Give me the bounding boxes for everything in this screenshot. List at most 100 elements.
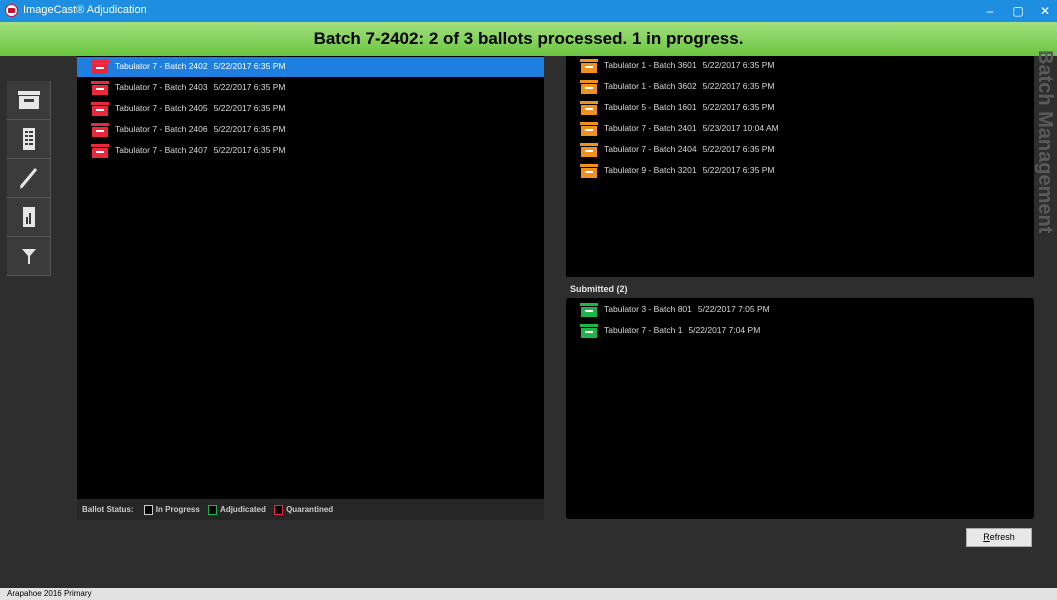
refresh-button-label: efresh bbox=[989, 532, 1015, 542]
batch-list-item[interactable]: Tabulator 1 - Batch 3601 5/22/2017 6:35 P… bbox=[566, 56, 1034, 76]
submitted-batch-panel: Tabulator 3 - Batch 801 5/22/2017 7:05 PM… bbox=[566, 298, 1034, 519]
submitted-section-label: Submitted (2) bbox=[570, 284, 628, 294]
batch-box-icon bbox=[18, 91, 40, 109]
window-title: ImageCast® Adjudication bbox=[23, 4, 147, 16]
status-footer: Arapahoe 2016 Primary bbox=[0, 588, 1057, 600]
batch-box-icon bbox=[580, 59, 598, 73]
batch-list-item[interactable]: Tabulator 7 - Batch 2402 5/22/2017 6:35 P… bbox=[77, 57, 544, 77]
batch-date: 5/22/2017 6:35 PM bbox=[213, 124, 286, 134]
batch-list-item-label: Tabulator 7 - Batch 1 5/22/2017 7:04 PM bbox=[604, 325, 760, 335]
batch-date: 5/22/2017 6:35 PM bbox=[702, 102, 775, 112]
batch-date: 5/22/2017 6:35 PM bbox=[213, 82, 286, 92]
batch-box-icon bbox=[580, 101, 598, 115]
batch-name: Tabulator 7 - Batch 2401 bbox=[604, 123, 697, 133]
minimize-button[interactable]: – bbox=[978, 0, 1002, 22]
batch-date: 5/22/2017 6:35 PM bbox=[702, 81, 775, 91]
batch-list-item-label: Tabulator 7 - Batch 2402 5/22/2017 6:35 P… bbox=[115, 61, 285, 71]
app-icon bbox=[5, 4, 18, 17]
batch-box-icon bbox=[580, 122, 598, 136]
in-progress-swatch-icon bbox=[143, 504, 153, 515]
in-progress-label: In Progress bbox=[155, 505, 200, 514]
batch-list-item-label: Tabulator 1 - Batch 3601 5/22/2017 6:35 P… bbox=[604, 60, 774, 70]
batch-list-item-label: Tabulator 7 - Batch 2406 5/22/2017 6:35 P… bbox=[115, 124, 285, 134]
batch-management-label: Batch Management bbox=[1034, 50, 1056, 234]
batch-name: Tabulator 3 - Batch 801 bbox=[604, 304, 692, 314]
batch-box-icon bbox=[580, 324, 598, 338]
batch-status-banner: Batch 7-2402: 2 of 3 ballots processed. … bbox=[0, 22, 1057, 56]
ballot-status-legend: Ballot Status: In Progress Adjudicated Q… bbox=[77, 499, 544, 520]
batch-box-icon bbox=[91, 60, 109, 74]
ballot-list-icon bbox=[23, 128, 35, 150]
batch-date: 5/23/2017 10:04 AM bbox=[702, 123, 779, 133]
batch-name: Tabulator 7 - Batch 1 bbox=[604, 325, 683, 335]
batch-name: Tabulator 7 - Batch 2406 bbox=[115, 124, 208, 134]
quarantined-label: Quarantined bbox=[286, 505, 334, 514]
batch-list-item-label: Tabulator 7 - Batch 2407 5/22/2017 6:35 P… bbox=[115, 145, 285, 155]
batch-name: Tabulator 9 - Batch 3201 bbox=[604, 165, 697, 175]
batch-date: 5/22/2017 7:05 PM bbox=[697, 304, 770, 314]
filter-tool-button[interactable] bbox=[7, 237, 51, 276]
batch-box-icon bbox=[91, 102, 109, 116]
report-icon bbox=[23, 207, 35, 227]
close-button[interactable]: ✕ bbox=[1033, 0, 1057, 22]
batch-name: Tabulator 1 - Batch 3601 bbox=[604, 60, 697, 70]
batch-list-item-label: Tabulator 7 - Batch 2405 5/22/2017 6:35 P… bbox=[115, 103, 285, 113]
batch-list-item-label: Tabulator 9 - Batch 3201 5/22/2017 6:35 P… bbox=[604, 165, 774, 175]
batch-box-icon bbox=[580, 164, 598, 178]
batch-list-item-label: Tabulator 5 - Batch 1601 5/22/2017 6:35 P… bbox=[604, 102, 774, 112]
batch-box-icon bbox=[580, 303, 598, 317]
batch-name: Tabulator 5 - Batch 1601 bbox=[604, 102, 697, 112]
batch-list-item[interactable]: Tabulator 9 - Batch 3201 5/22/2017 6:35 P… bbox=[566, 161, 1034, 181]
batch-list-item[interactable]: Tabulator 7 - Batch 2401 5/23/2017 10:04 … bbox=[566, 119, 1034, 139]
batch-list-item[interactable]: Tabulator 7 - Batch 1 5/22/2017 7:04 PM bbox=[566, 321, 1034, 341]
filter-icon bbox=[22, 249, 36, 264]
adjudicated-label: Adjudicated bbox=[220, 505, 266, 514]
batch-name: Tabulator 7 - Batch 2405 bbox=[115, 103, 208, 113]
title-bar: ImageCast® Adjudication – ▢ ✕ bbox=[0, 0, 1057, 22]
batch-box-icon bbox=[91, 123, 109, 137]
batch-name: Tabulator 7 - Batch 2403 bbox=[115, 82, 208, 92]
batch-list-item-label: Tabulator 7 - Batch 2403 5/22/2017 6:35 P… bbox=[115, 82, 285, 92]
batch-list-item[interactable]: Tabulator 1 - Batch 3602 5/22/2017 6:35 P… bbox=[566, 77, 1034, 97]
maximize-button[interactable]: ▢ bbox=[1006, 0, 1030, 22]
batch-list-item[interactable]: Tabulator 7 - Batch 2403 5/22/2017 6:35 P… bbox=[77, 78, 544, 98]
batch-date: 5/22/2017 6:35 PM bbox=[702, 60, 775, 70]
batch-list-item[interactable]: Tabulator 5 - Batch 1601 5/22/2017 6:35 P… bbox=[566, 98, 1034, 118]
batch-date: 5/22/2017 7:04 PM bbox=[688, 325, 761, 335]
ballot-status-label: Ballot Status: bbox=[82, 505, 134, 514]
batch-list-item-label: Tabulator 7 - Batch 2404 5/22/2017 6:35 P… bbox=[604, 144, 774, 154]
quarantined-swatch-icon bbox=[274, 504, 284, 515]
batch-list-item[interactable]: Tabulator 3 - Batch 801 5/22/2017 7:05 PM bbox=[566, 300, 1034, 320]
refresh-button[interactable]: Refresh bbox=[966, 528, 1032, 547]
left-toolbar bbox=[7, 81, 51, 281]
batch-list-item-label: Tabulator 1 - Batch 3602 5/22/2017 6:35 P… bbox=[604, 81, 774, 91]
batch-list-item[interactable]: Tabulator 7 - Batch 2404 5/22/2017 6:35 P… bbox=[566, 140, 1034, 160]
pencil-icon bbox=[19, 168, 38, 189]
batch-name: Tabulator 1 - Batch 3602 bbox=[604, 81, 697, 91]
batch-date: 5/22/2017 6:35 PM bbox=[702, 165, 775, 175]
batch-box-tool-button[interactable] bbox=[7, 81, 51, 120]
batch-list-item-label: Tabulator 7 - Batch 2401 5/23/2017 10:04 … bbox=[604, 123, 779, 133]
report-tool-button[interactable] bbox=[7, 198, 51, 237]
batch-list-panel: Tabulator 7 - Batch 2402 5/22/2017 6:35 P… bbox=[77, 56, 544, 499]
ballot-list-tool-button[interactable] bbox=[7, 120, 51, 159]
batch-name: Tabulator 7 - Batch 2404 bbox=[604, 144, 697, 154]
batch-list-item[interactable]: Tabulator 7 - Batch 2406 5/22/2017 6:35 P… bbox=[77, 120, 544, 140]
batch-management-title: Batch Management bbox=[1034, 50, 1057, 250]
batch-name: Tabulator 7 - Batch 2407 bbox=[115, 145, 208, 155]
adjudicated-swatch-icon bbox=[208, 504, 218, 515]
batch-list-item[interactable]: Tabulator 7 - Batch 2405 5/22/2017 6:35 P… bbox=[77, 99, 544, 119]
batch-name: Tabulator 7 - Batch 2402 bbox=[115, 61, 208, 71]
batch-box-icon bbox=[580, 143, 598, 157]
batch-box-icon bbox=[91, 144, 109, 158]
batch-date: 5/22/2017 6:35 PM bbox=[213, 145, 286, 155]
election-name: Arapahoe 2016 Primary bbox=[7, 589, 92, 598]
pencil-tool-button[interactable] bbox=[7, 159, 51, 198]
batch-date: 5/22/2017 6:35 PM bbox=[702, 144, 775, 154]
batch-date: 5/22/2017 6:35 PM bbox=[213, 103, 286, 113]
batch-list-item[interactable]: Tabulator 7 - Batch 2407 5/22/2017 6:35 P… bbox=[77, 141, 544, 161]
batch-list-item-label: Tabulator 3 - Batch 801 5/22/2017 7:05 PM bbox=[604, 304, 770, 314]
pending-batch-panel: Tabulator 1 - Batch 3601 5/22/2017 6:35 P… bbox=[566, 56, 1034, 277]
batch-box-icon bbox=[91, 81, 109, 95]
batch-box-icon bbox=[580, 80, 598, 94]
